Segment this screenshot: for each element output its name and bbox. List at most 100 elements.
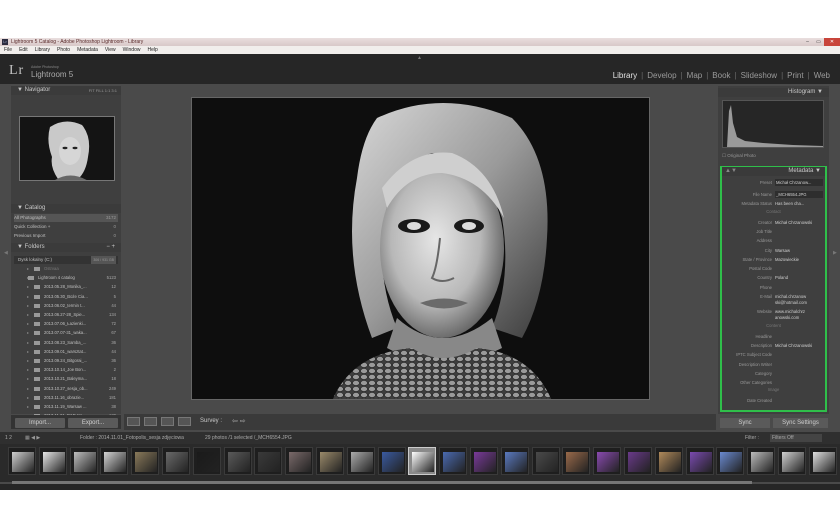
original-photo-checkbox[interactable]: ☐ Original Photo xyxy=(722,153,756,159)
disclosure-triangle-icon[interactable]: ▸ xyxy=(27,329,29,337)
metadata-row[interactable]: Other Categories xyxy=(720,378,827,387)
folder-row[interactable]: ▸Lightroom 4 catalog5123 xyxy=(14,274,118,282)
folder-row[interactable]: ▸ 2013.07.06_Łazienki... 72 xyxy=(14,320,118,328)
menu-view[interactable]: View xyxy=(105,46,116,54)
grid-view-icon[interactable] xyxy=(127,417,140,426)
loupe-view-icon[interactable] xyxy=(144,417,157,426)
metadata-row[interactable]: Date Created xyxy=(720,396,827,405)
folder-row[interactable]: ▸ 2013.10.21_Baleyma... 18 xyxy=(14,375,118,383)
catalog-item-previous-import[interactable]: Previous Import 0 xyxy=(14,232,118,240)
filter-select[interactable]: Filters Off xyxy=(770,434,822,442)
histogram-header[interactable]: Histogram ▼ xyxy=(718,88,829,97)
menu-window[interactable]: Window xyxy=(123,46,141,54)
navigator-header[interactable]: ▼ Navigator FIT FILL 1:1 3:1 xyxy=(11,86,121,95)
metadata-row[interactable]: Postal Code xyxy=(720,264,827,273)
metadata-value[interactable]: Michał Chrzanowski xyxy=(775,341,823,350)
filmstrip-thumbnail[interactable] xyxy=(654,447,683,475)
disclosure-triangle-icon[interactable]: ▸ xyxy=(27,283,29,291)
filmstrip-thumbnail[interactable] xyxy=(346,447,375,475)
disclosure-triangle-icon[interactable]: ▸ xyxy=(27,265,29,273)
filmstrip-thumbnail[interactable] xyxy=(531,447,560,475)
metadata-value[interactable]: Poland xyxy=(775,273,823,282)
page-buttons[interactable]: 1 2 xyxy=(5,432,12,444)
disclosure-triangle-icon[interactable]: ▸ xyxy=(27,348,29,356)
folder-row[interactable]: ▸ Ostrvaa xyxy=(14,265,118,273)
folder-row[interactable]: ▸ 2013.10.14_Joe Bon... 2 xyxy=(14,366,118,374)
metadata-row[interactable]: Job Title xyxy=(720,227,827,236)
menu-metadata[interactable]: Metadata xyxy=(77,46,98,54)
folder-row[interactable]: ▸ 2013.08.23_Samba_... 36 xyxy=(14,339,118,347)
close-icon[interactable]: ✕ xyxy=(824,38,840,46)
metadata-row[interactable]: Category xyxy=(720,369,827,378)
metadata-header[interactable]: ▲▼ Metadata ▼ xyxy=(722,167,825,176)
main-photo-loupe[interactable] xyxy=(191,97,650,400)
metadata-row[interactable]: State / Province Mazowieckie xyxy=(720,255,827,264)
bottom-panel-toggle[interactable] xyxy=(0,484,840,490)
folder-row[interactable]: ▸ 2013.11.16_obrazie... 181 xyxy=(14,394,118,402)
filmstrip-thumbnail[interactable] xyxy=(100,447,129,475)
maximize-icon[interactable]: ▭ xyxy=(813,38,824,46)
filmstrip-thumbnail[interactable] xyxy=(470,447,498,475)
export-button[interactable]: Export... xyxy=(68,418,118,428)
metadata-preset-row[interactable]: Preset Michał Chrzanow... xyxy=(720,178,827,187)
filmstrip-thumbnail[interactable] xyxy=(162,447,190,475)
disclosure-triangle-icon[interactable]: ▸ xyxy=(27,385,29,393)
filmstrip-thumbnail[interactable] xyxy=(377,447,406,475)
metadata-row[interactable]: Description Michał Chrzanowski xyxy=(720,341,827,350)
volume-row[interactable]: Dysk lokalny (C:) 306 / 931 GB xyxy=(14,256,118,264)
filmstrip-thumbnail[interactable] xyxy=(192,447,221,475)
metadata-row[interactable]: IPTC Subject Code xyxy=(720,350,827,359)
filmstrip-thumbnail[interactable] xyxy=(624,447,652,475)
metadata-value[interactable]: Michał Chrzanowski xyxy=(775,218,823,227)
folder-row[interactable]: ▸ 2013.05.30_Boże Cia... 5 xyxy=(14,293,118,301)
folder-row[interactable]: ▸ 2013.06.27-28_Spie... 134 xyxy=(14,311,118,319)
filmstrip-thumbnail[interactable] xyxy=(500,447,529,475)
folder-row[interactable]: ▸ 2013.11.19_Warsaw ... 38 xyxy=(14,403,118,411)
folder-row[interactable]: ▸ 2013.05.28_Monika_... 12 xyxy=(14,283,118,291)
folder-row[interactable]: ▸ 2013.10.27_sesja_ob... 249 xyxy=(14,385,118,393)
filmstrip-thumbnail[interactable] xyxy=(254,447,283,475)
disclosure-triangle-icon[interactable]: ▸ xyxy=(27,403,29,411)
add-folder-icon[interactable]: − + xyxy=(106,243,115,252)
folder-row[interactable]: ▸ 2013.07.07-31_waka... 67 xyxy=(14,329,118,337)
metadata-value[interactable]: Warsaw xyxy=(775,246,823,255)
metadata-row[interactable]: Description Writer xyxy=(720,360,827,369)
compare-view-icon[interactable] xyxy=(161,417,174,426)
menu-library[interactable]: Library xyxy=(35,46,50,54)
metadata-row[interactable]: File Name _MCH6554.JPG xyxy=(720,190,827,199)
filmstrip-thumbnail[interactable] xyxy=(316,447,344,475)
metadata-value[interactable]: Mazowieckie xyxy=(775,255,823,264)
menu-edit[interactable]: Edit xyxy=(19,46,28,54)
disclosure-triangle-icon[interactable]: ▸ xyxy=(27,375,29,383)
catalog-header[interactable]: ▼ Catalog xyxy=(11,204,121,213)
filmstrip-thumbnail[interactable] xyxy=(131,447,160,475)
filmstrip-thumbnail[interactable] xyxy=(808,447,837,475)
filmstrip-thumbnail[interactable] xyxy=(69,447,98,475)
grid-nav-icons[interactable]: ▦ ◀ ▶ xyxy=(25,432,40,444)
navigator-zoom-options[interactable]: FIT FILL 1:1 3:1 xyxy=(89,86,117,95)
filmstrip-thumbnail[interactable] xyxy=(562,447,591,475)
import-button[interactable]: Import... xyxy=(15,418,65,428)
disclosure-triangle-icon[interactable]: ▸ xyxy=(27,366,29,374)
catalog-item-quick-collection[interactable]: Quick Collection +0 xyxy=(14,223,118,231)
filmstrip-thumbnail[interactable] xyxy=(8,447,36,475)
folder-row[interactable]: ▸ 2013.06.02_termin t... 44 xyxy=(14,302,118,310)
prev-next-arrows[interactable]: ⇦ ⇨ xyxy=(232,417,246,425)
sync-metadata-button[interactable]: Sync xyxy=(720,418,770,428)
minimize-icon[interactable]: – xyxy=(802,38,813,46)
window-title-bar[interactable]: Lr Lightroom 5 Catalog - Adobe Photoshop… xyxy=(0,38,840,46)
module-develop[interactable]: Develop xyxy=(643,71,680,80)
metadata-row[interactable]: City Warsaw xyxy=(720,246,827,255)
filmstrip-thumbnail[interactable] xyxy=(38,447,67,475)
folder-row[interactable]: ▸ 2013.09.24_Bitgorai_... 36 xyxy=(14,357,118,365)
disclosure-triangle-icon[interactable]: ▸ xyxy=(27,311,29,319)
disclosure-triangle-icon[interactable]: ▸ xyxy=(27,339,29,347)
disclosure-triangle-icon[interactable]: ▸ xyxy=(27,394,29,402)
source-path[interactable]: Folder : 2014.11.01_Fotopolis_sesja zdję… xyxy=(80,432,184,444)
top-panel-toggle-icon[interactable]: ▲ xyxy=(417,55,422,61)
menu-file[interactable]: File xyxy=(4,46,12,54)
folder-row[interactable]: ▸ 2013.09.01_warsztat... 44 xyxy=(14,348,118,356)
right-panel-toggle-icon[interactable]: ▶ xyxy=(833,250,837,256)
module-slideshow[interactable]: Slideshow xyxy=(737,71,781,80)
filmstrip-thumbnail[interactable] xyxy=(778,447,806,475)
